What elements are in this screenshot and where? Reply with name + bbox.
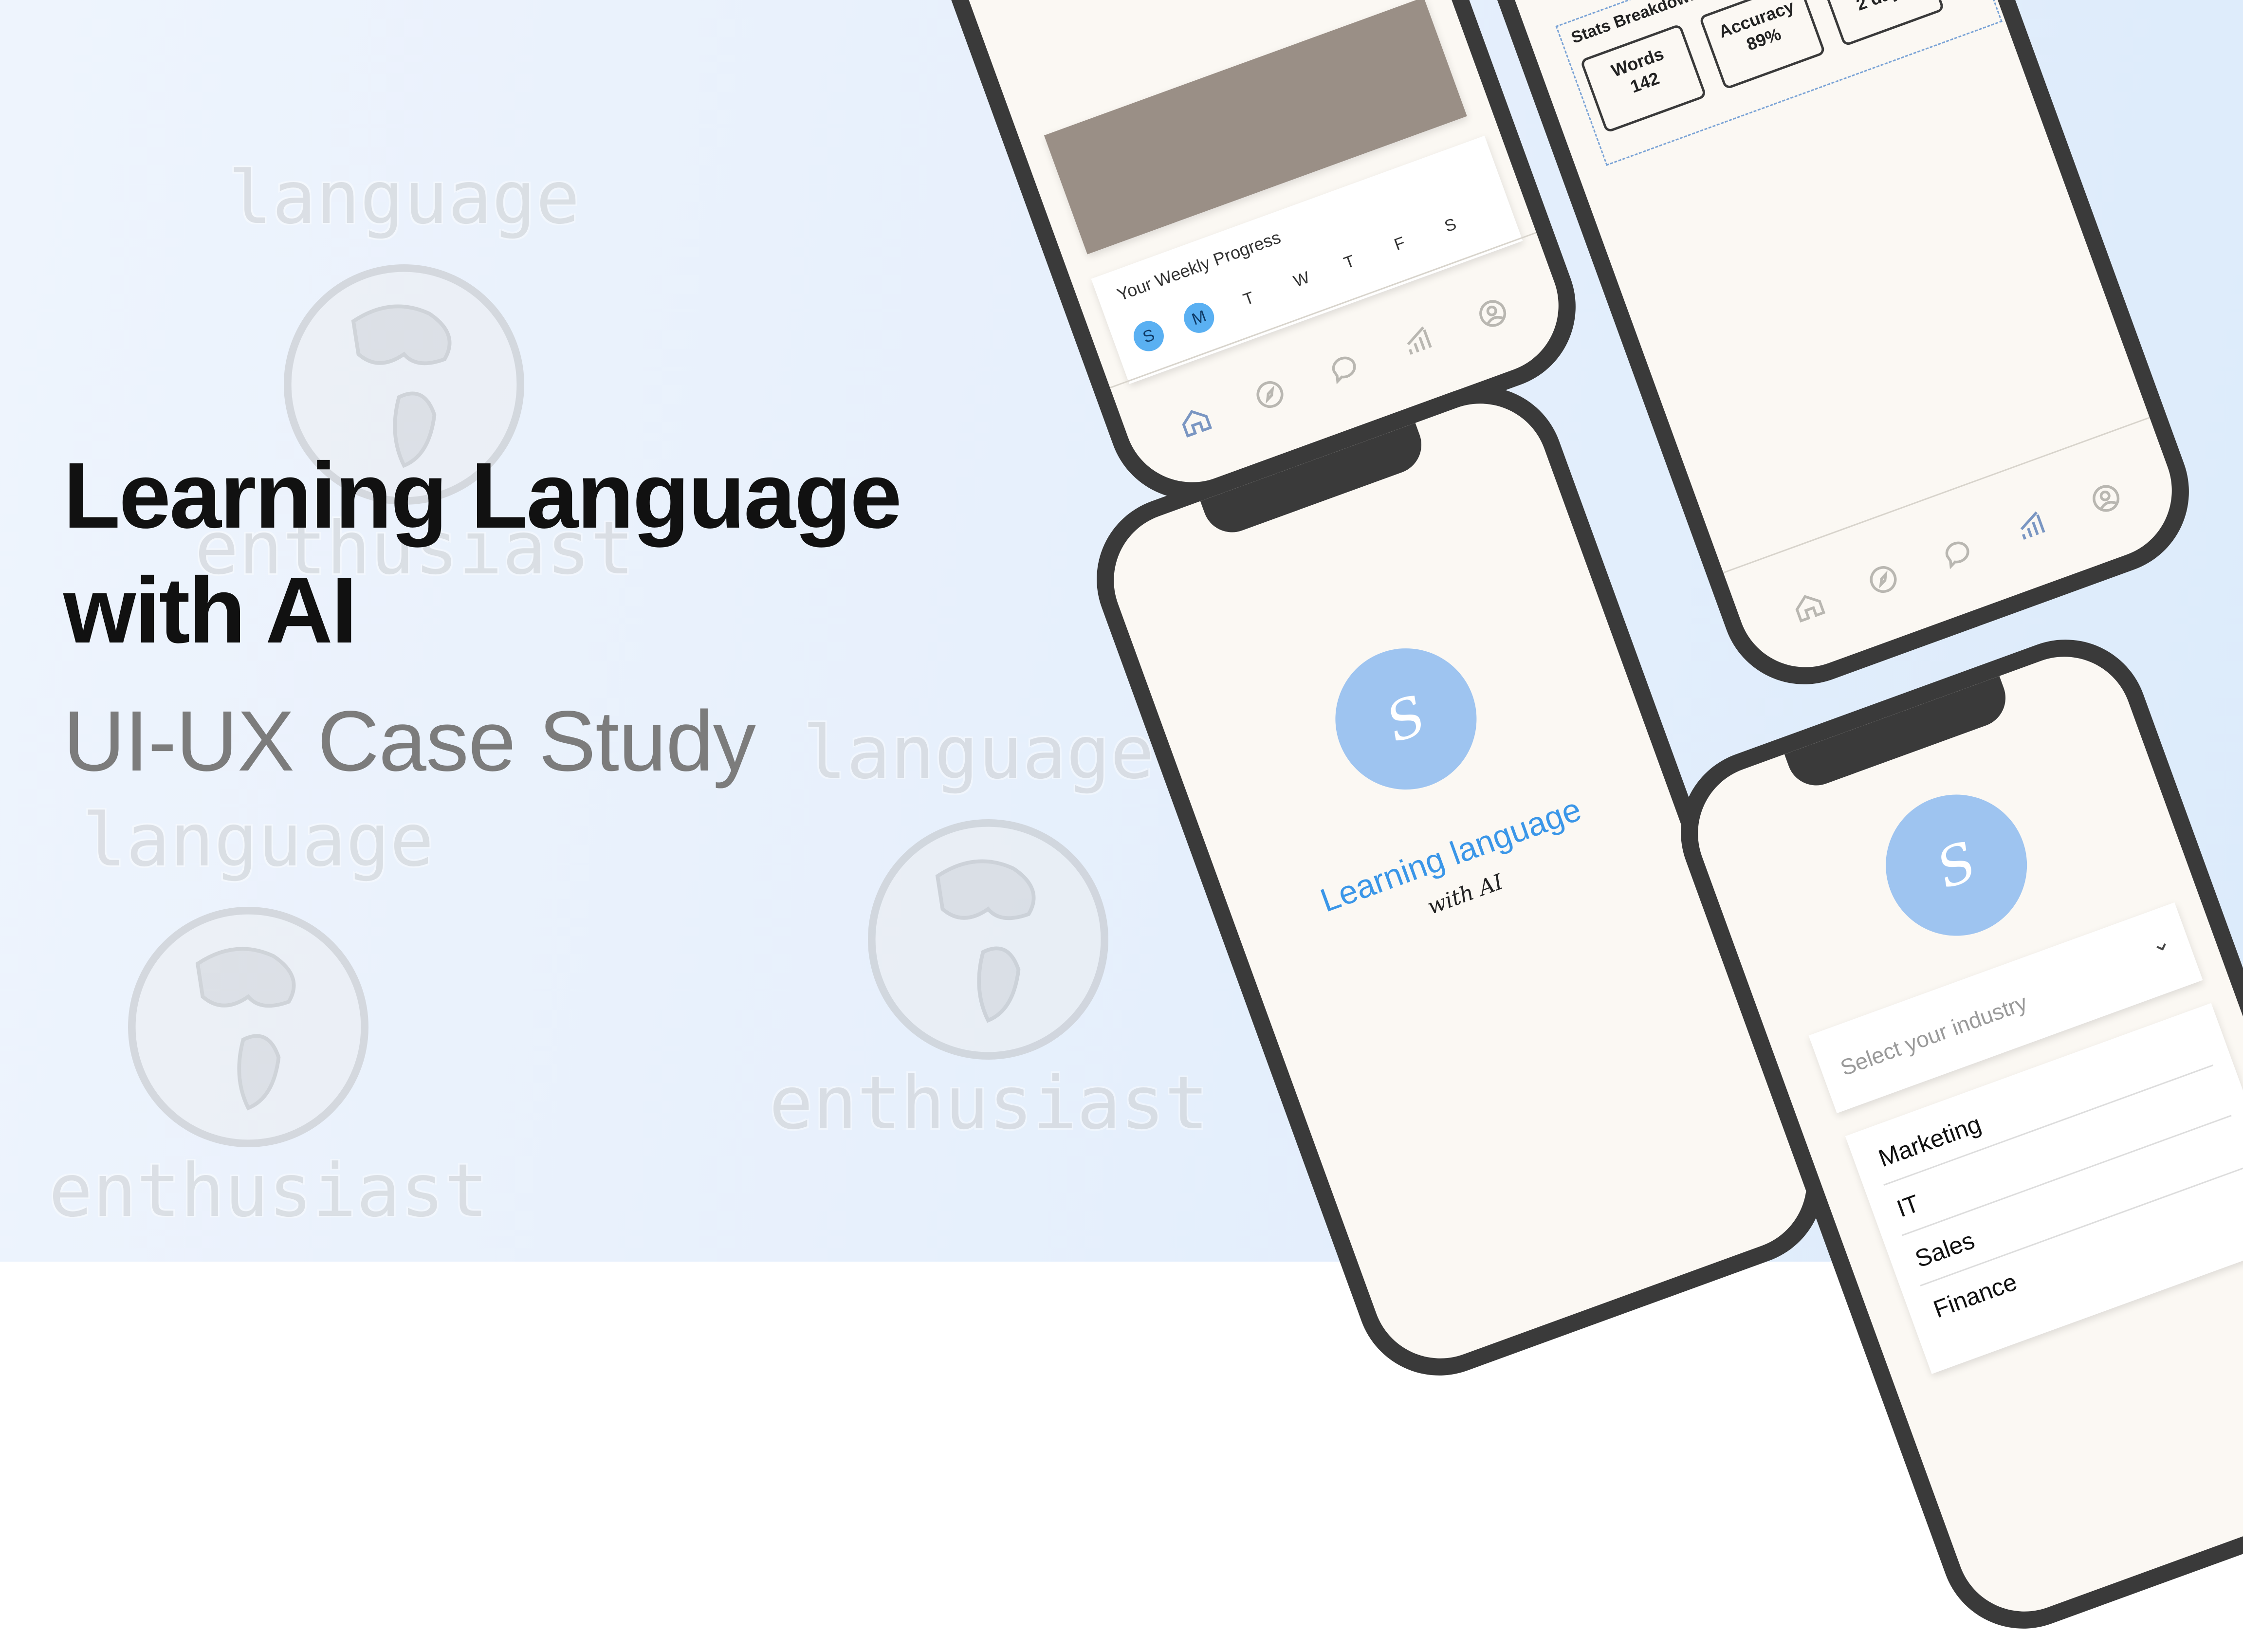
chevron-down-icon: ⌄: [2147, 927, 2174, 959]
option-marketing[interactable]: Marketing: [1875, 1110, 1985, 1173]
home-icon[interactable]: [1175, 401, 1216, 442]
day-label: S: [1442, 215, 1459, 236]
day-label: F: [1392, 233, 1408, 255]
stats-card: Stats Breakdown Words 142 Accuracy 89% S…: [1555, 0, 2003, 166]
app-logo: S: [1866, 774, 2047, 956]
stat-streak: St 2 days: [1818, 0, 1945, 47]
option-it[interactable]: IT: [1893, 1189, 1923, 1223]
sticker-watermark: language enthusiast: [49, 789, 488, 1233]
option-finance[interactable]: Finance: [1930, 1267, 2021, 1323]
weekly-progress-heading: Your Weekly Progress: [1114, 227, 1284, 305]
sticker-bottom-word: enthusiast: [49, 1149, 489, 1233]
day-label: W: [1291, 268, 1312, 291]
globe-icon: [868, 819, 1108, 1060]
compass-icon[interactable]: [1249, 374, 1290, 415]
hero-subtitle: UI-UX Case Study: [63, 694, 756, 789]
hero-title-line2: with AI: [63, 558, 357, 662]
sticker-bottom-word: enthusiast: [769, 1061, 1209, 1146]
chart-icon[interactable]: [1397, 320, 1439, 361]
day-label: T: [1241, 288, 1257, 310]
hero: Learning Language with AI UI-UX Case Stu…: [63, 438, 988, 790]
chat-icon[interactable]: [1937, 532, 1978, 573]
app-logo: S: [1315, 628, 1497, 809]
sticker-top-word: language: [228, 156, 580, 240]
profile-icon[interactable]: [1472, 293, 1513, 334]
stat-accuracy: Accuracy 89%: [1698, 0, 1826, 90]
option-sales[interactable]: Sales: [1912, 1226, 1978, 1273]
stat-words: Words 142: [1580, 23, 1707, 133]
day-label: T: [1341, 251, 1358, 273]
industry-select-placeholder: Select your industry: [1837, 989, 2031, 1081]
home-icon[interactable]: [1788, 586, 1830, 627]
chat-icon[interactable]: [1324, 347, 1365, 388]
profile-icon[interactable]: [2085, 477, 2127, 519]
day-completed: S: [1129, 316, 1168, 356]
sticker-top-word: language: [82, 798, 434, 883]
chart-icon[interactable]: [2011, 505, 2052, 546]
day-completed: M: [1179, 298, 1219, 337]
stat-streak-value: 2 days: [1831, 0, 1934, 23]
compass-icon[interactable]: [1862, 559, 1904, 600]
hero-title: Learning Language with AI: [63, 438, 988, 668]
hero-title-line1: Learning Language: [63, 443, 902, 548]
globe-icon: [128, 907, 368, 1147]
